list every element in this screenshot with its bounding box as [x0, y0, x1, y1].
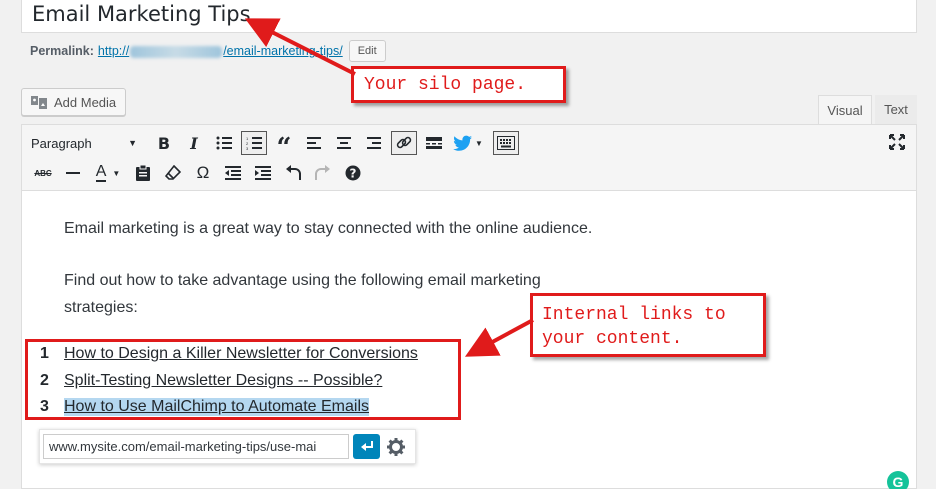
- grammarly-icon[interactable]: G: [887, 471, 909, 489]
- toolbar-toggle-icon[interactable]: [493, 131, 519, 155]
- silo-page-callout: Your silo page.: [351, 66, 566, 103]
- links-highlight-box: [25, 339, 461, 420]
- twitter-icon[interactable]: ▼: [449, 130, 487, 156]
- permalink-edit-button[interactable]: Edit: [348, 40, 386, 62]
- add-media-label: Add Media: [54, 94, 117, 110]
- clear-formatting-icon[interactable]: [158, 160, 188, 186]
- strikethrough-icon[interactable]: ABC: [28, 160, 58, 186]
- align-left-icon[interactable]: [299, 130, 329, 156]
- horizontal-line-icon[interactable]: [58, 160, 88, 186]
- svg-text:?: ?: [350, 167, 357, 181]
- add-media-button[interactable]: Add Media: [21, 88, 126, 116]
- permalink-label: Permalink:: [30, 44, 94, 58]
- apply-link-button[interactable]: [353, 434, 380, 459]
- internal-links-callout: Internal links to your content.: [530, 293, 766, 357]
- undo-icon[interactable]: [278, 160, 308, 186]
- numbered-list-icon[interactable]: 123: [241, 131, 267, 155]
- paste-text-icon[interactable]: [128, 160, 158, 186]
- tab-visual[interactable]: Visual: [818, 95, 872, 124]
- text-color-icon[interactable]: A ▼: [88, 160, 128, 186]
- align-center-icon[interactable]: [329, 130, 359, 156]
- link-icon[interactable]: [391, 131, 417, 155]
- media-icon: [31, 96, 47, 109]
- special-character-icon[interactable]: Ω: [188, 160, 218, 186]
- tab-text[interactable]: Text: [875, 95, 917, 124]
- inline-link-toolbar: www.mysite.com/email-marketing-tips/use-…: [39, 429, 416, 464]
- fullscreen-icon[interactable]: [888, 133, 906, 151]
- blockquote-icon[interactable]: “: [269, 130, 299, 161]
- enter-icon: [360, 440, 373, 451]
- permalink-url[interactable]: http:///email-marketing-tips/: [98, 44, 343, 58]
- paragraph-intro: Email marketing is a great way to stay c…: [64, 220, 593, 237]
- post-title-field[interactable]: Email Marketing Tips: [21, 0, 917, 33]
- indent-icon[interactable]: [248, 160, 278, 186]
- permalink-row: Permalink: http:///email-marketing-tips/…: [30, 40, 386, 62]
- editor-area[interactable]: Paragraph ▼ B I 123 “ ▼ ABC A ▼ Ω ? Emai…: [21, 124, 917, 489]
- align-right-icon[interactable]: [359, 130, 389, 156]
- outdent-icon[interactable]: [218, 160, 248, 186]
- read-more-icon[interactable]: [419, 130, 449, 156]
- format-select-value: Paragraph: [31, 135, 92, 151]
- help-icon[interactable]: ?: [338, 160, 368, 186]
- svg-text:3: 3: [246, 146, 249, 150]
- redo-icon[interactable]: [308, 160, 338, 186]
- bold-icon[interactable]: B: [149, 130, 179, 156]
- link-url-input[interactable]: www.mysite.com/email-marketing-tips/use-…: [43, 434, 349, 459]
- gear-icon[interactable]: [386, 437, 406, 457]
- bullet-list-icon[interactable]: [209, 130, 239, 156]
- format-select[interactable]: Paragraph ▼: [28, 131, 141, 155]
- chevron-down-icon: ▼: [128, 138, 137, 148]
- blurred-domain: [130, 45, 223, 58]
- editor-toolbar: Paragraph ▼ B I 123 “ ▼ ABC A ▼ Ω ?: [22, 125, 916, 191]
- post-title-text: Email Marketing Tips: [32, 2, 251, 26]
- italic-icon[interactable]: I: [179, 130, 209, 156]
